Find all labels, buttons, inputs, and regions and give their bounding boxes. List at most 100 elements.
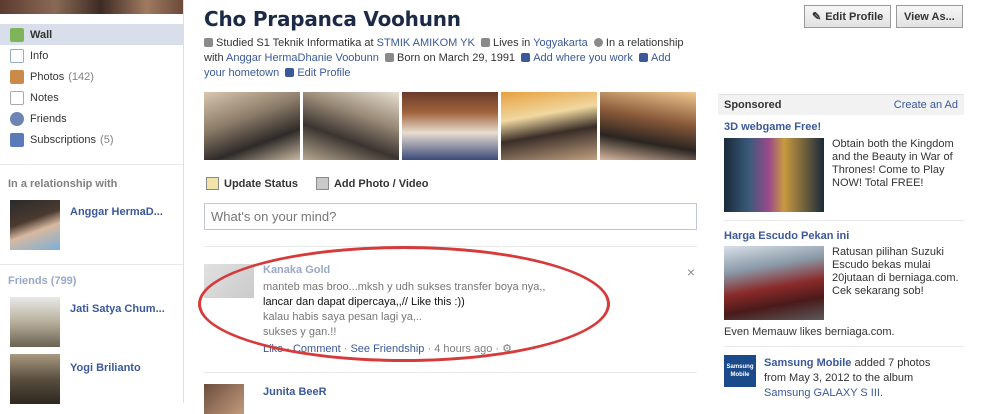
sidebar-item-info[interactable]: Info (0, 45, 183, 66)
edit-profile-link[interactable]: Edit Profile (297, 67, 350, 79)
school-link[interactable]: STMIK AMIKOM YK (377, 37, 475, 49)
work-icon (521, 53, 531, 62)
lives-text: Lives in (492, 37, 531, 49)
heart-icon (593, 38, 603, 47)
friend-avatar[interactable] (10, 354, 60, 404)
story-avatar[interactable] (204, 384, 244, 414)
ad-title[interactable]: Harga Escudo Pekan ini (724, 230, 849, 242)
friend-item[interactable]: Yogi Brilianto (10, 354, 141, 404)
add-work-link[interactable]: Add where you work (533, 52, 633, 64)
ad-image[interactable] (724, 138, 824, 212)
sidebar-item-subscriptions[interactable]: Subscriptions (5) (0, 129, 183, 150)
samsung-page-link[interactable]: Samsung Mobile (764, 357, 851, 369)
samsung-album-link[interactable]: Samsung GALAXY S III. (764, 387, 883, 399)
friends-heading[interactable]: Friends (799) (8, 275, 76, 287)
subscriptions-icon (10, 132, 24, 147)
photos-icon (10, 69, 24, 84)
button-label: View As... (904, 10, 955, 23)
sidebar-item-notes[interactable]: Notes (0, 87, 183, 108)
relationship-partner[interactable]: Anggar HermaD... (10, 200, 163, 250)
edit-profile-button[interactable]: ✎ Edit Profile (804, 5, 892, 28)
settings-icon[interactable]: ⚙ (502, 343, 512, 355)
sidebar-item-wall[interactable]: Wall (0, 24, 183, 45)
message-line: lancar dan dapat dipercaya,,// Like this… (263, 296, 465, 308)
sidebar-item-label: Friends (30, 112, 67, 125)
partner-avatar[interactable] (10, 200, 60, 250)
sidebar-divider (0, 264, 183, 265)
photo-thumbnail[interactable] (402, 92, 498, 160)
ad-title[interactable]: 3D webgame Free! (724, 121, 821, 133)
photo-thumbnail[interactable] (204, 92, 300, 160)
city-link[interactable]: Yogyakarta (533, 37, 588, 49)
sidebar-divider (0, 164, 183, 165)
ad-image[interactable] (724, 246, 824, 320)
profile-info: Studied S1 Teknik Informatika at STMIK A… (204, 36, 694, 81)
camera-icon (315, 177, 329, 190)
subscriptions-count: (5) (100, 133, 114, 146)
create-ad-link[interactable]: Create an Ad (894, 99, 958, 111)
friend-item[interactable]: Jati Satya Chum... (10, 297, 165, 347)
sponsored-header: Sponsored Create an Ad (718, 94, 964, 115)
sidebar-item-friends[interactable]: Friends (0, 108, 183, 129)
comment-link[interactable]: Comment (293, 343, 341, 355)
feed-divider (204, 246, 697, 247)
tab-label: Add Photo / Video (333, 177, 429, 190)
photo-thumbnail[interactable] (600, 92, 696, 160)
feed-story: Kanaka Gold manteb mas broo...mksh y udh… (204, 260, 697, 370)
story-timestamp[interactable]: 4 hours ago (434, 343, 492, 355)
feed-divider (204, 372, 697, 373)
sidebar-item-label: Subscriptions (30, 133, 97, 146)
studied-text: Studied S1 Teknik Informatika at (216, 37, 374, 49)
photos-count: (142) (68, 70, 94, 83)
story-author[interactable]: Junita BeeR (263, 386, 327, 398)
message-line: kalau habis saya pesan lagi ya,.. (263, 311, 422, 323)
view-as-button[interactable]: View As... (896, 5, 963, 28)
left-column: Wall Info Photos (142) Notes Friends Sub… (0, 0, 184, 404)
partner-name[interactable]: Anggar HermaD... (70, 206, 163, 218)
sidebar-item-label: Photos (30, 70, 65, 83)
see-friendship-link[interactable]: See Friendship (350, 343, 424, 355)
relationship-heading: In a relationship with (8, 178, 118, 190)
story-avatar[interactable] (204, 264, 254, 298)
notes-icon (10, 90, 24, 105)
sidebar-item-label: Info (30, 49, 49, 62)
photo-thumbnail[interactable] (501, 92, 597, 160)
photo-thumbnail[interactable] (303, 92, 399, 160)
friend-avatar[interactable] (10, 297, 60, 347)
story-author[interactable]: Kanaka Gold (263, 264, 330, 276)
friend-name[interactable]: Jati Satya Chum... (70, 303, 165, 315)
main-column: Cho Prapanca Voohunn Studied S1 Teknik I… (184, 0, 714, 414)
composer-tabs: Update Status Add Photo / Video (206, 177, 428, 190)
ad-divider (724, 346, 964, 347)
info-icon (10, 48, 24, 63)
profile-name: Cho Prapanca Voohunn (204, 7, 461, 31)
photo-strip (204, 92, 696, 160)
right-column: ✎ Edit Profile View As... Sponsored Crea… (718, 0, 986, 403)
story-actions: Like · Comment · See Friendship · 4 hour… (263, 343, 512, 355)
tab-add-photo[interactable]: Add Photo / Video (315, 177, 429, 190)
sidebar-item-photos[interactable]: Photos (142) (0, 66, 183, 87)
like-link[interactable]: Like (263, 343, 283, 355)
status-icon (206, 177, 219, 190)
profile-picture[interactable] (0, 0, 183, 14)
sidebar-item-label: Notes (30, 91, 59, 104)
status-input[interactable]: What's on your mind? (204, 203, 697, 230)
message-line: manteb mas broo...mksh y udh sukses tran… (263, 281, 546, 293)
home-icon (480, 38, 490, 47)
friends-icon (10, 111, 24, 126)
message-line: sukses y gan.!! (263, 326, 337, 338)
sponsored-title: Sponsored (724, 99, 782, 111)
samsung-story: Samsung Mobile added 7 photos from May 3… (764, 356, 964, 401)
tab-label: Update Status (224, 177, 298, 190)
pencil-icon: ✎ (812, 11, 822, 23)
tab-update-status[interactable]: Update Status (206, 177, 298, 190)
friend-name[interactable]: Yogi Brilianto (70, 362, 141, 374)
partner-link[interactable]: Anggar HermaDhanie Voobunn (226, 52, 379, 64)
samsung-logo[interactable]: Samsung Mobile (724, 355, 756, 387)
ad-text[interactable]: Obtain both the Kingdom and the Beauty i… (832, 138, 966, 190)
ad-text[interactable]: Ratusan pilihan Suzuki Escudo bekas mula… (832, 246, 966, 298)
hometown-icon (638, 53, 648, 62)
close-icon[interactable]: × (687, 264, 695, 280)
pencil-icon (285, 68, 295, 77)
sidebar-item-label: Wall (30, 28, 53, 41)
